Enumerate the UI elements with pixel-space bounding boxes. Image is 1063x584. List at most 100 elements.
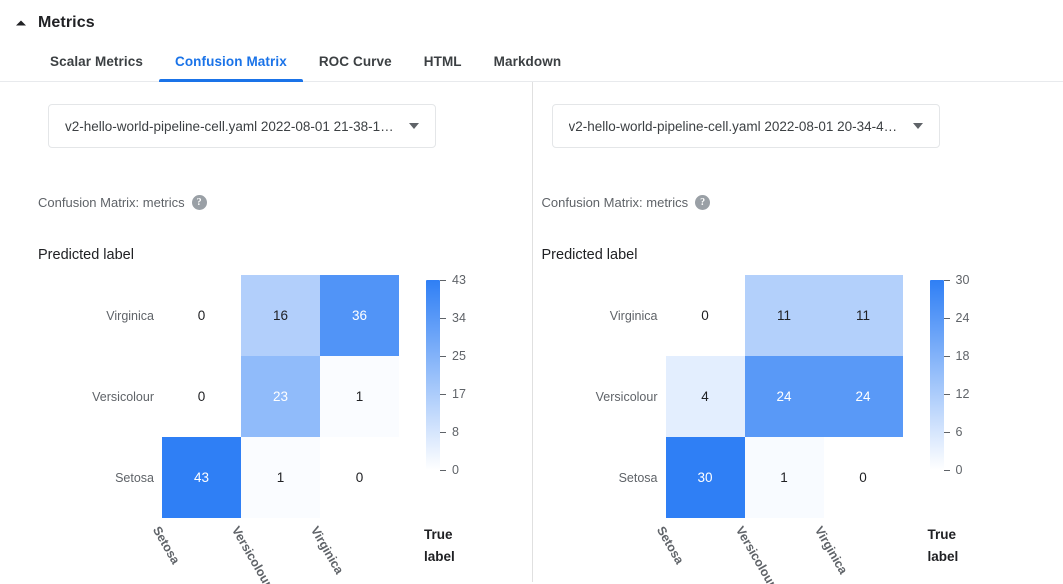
colorbar-tick-label: 24 <box>955 311 970 325</box>
tab-confusion-matrix[interactable]: Confusion Matrix <box>158 54 303 82</box>
matrix-grid-right: 0 11 11 4 24 24 30 1 0 <box>665 275 903 518</box>
matrix-cell[interactable]: 0 <box>162 356 241 437</box>
caret-up-icon[interactable] <box>14 16 28 30</box>
row-label: Virginica <box>106 308 154 323</box>
x-label: Versicolour <box>732 524 779 584</box>
matrix-cell[interactable]: 1 <box>744 437 824 518</box>
colorbar-tick: 0 <box>440 463 459 477</box>
chart-caption-left-text: Confusion Matrix: metrics <box>38 195 185 210</box>
help-circle-icon[interactable]: ? <box>191 195 207 210</box>
colorbar-gradient <box>929 280 944 470</box>
tab-html[interactable]: HTML <box>408 54 478 81</box>
colorbar-tick: 6 <box>943 425 963 439</box>
true-label-word-2: label <box>927 549 959 564</box>
colorbar-tick-label: 8 <box>452 425 459 439</box>
colorbar-tick-dash <box>440 469 446 471</box>
chart-caption-left: Confusion Matrix: metrics ? <box>0 195 532 210</box>
colorbar-tick-dash <box>943 279 950 281</box>
matrix-cell[interactable]: 11 <box>744 275 824 356</box>
confusion-matrix-panel-left: v2-hello-world-pipeline-cell.yaml 2022-0… <box>0 82 532 584</box>
matrix-cell[interactable]: 1 <box>241 437 320 518</box>
true-label-title-left: True label <box>424 524 484 568</box>
row-labels-right: Virginica Versicolour Setosa <box>542 275 666 518</box>
colorbar-tick-dash <box>943 317 950 319</box>
row-label: Setosa <box>115 470 154 485</box>
matrix-cell[interactable]: 23 <box>241 356 320 437</box>
matrix-cell[interactable]: 0 <box>666 275 745 356</box>
tab-scalar-metrics[interactable]: Scalar Metrics <box>34 54 159 81</box>
true-label-word-2: label <box>424 549 455 564</box>
colorbar-left: 43 34 25 17 8 0 <box>426 273 484 518</box>
run-select-left-value: v2-hello-world-pipeline-cell.yaml 2022-0… <box>65 118 394 134</box>
colorbar-tick-dash <box>943 469 950 471</box>
matrix-area-left: Virginica Versicolour Setosa 0 16 36 0 2… <box>0 273 532 518</box>
colorbar-tick: 43 <box>440 273 466 287</box>
run-select-left[interactable]: v2-hello-world-pipeline-cell.yaml 2022-0… <box>48 104 436 148</box>
confusion-matrix-comparison: v2-hello-world-pipeline-cell.yaml 2022-0… <box>0 82 1063 584</box>
colorbar-tick-dash <box>440 431 446 433</box>
true-label-word-1: True <box>927 527 957 542</box>
predicted-label-title-left: Predicted label <box>38 247 134 263</box>
colorbar-tick-label: 43 <box>452 273 466 287</box>
colorbar-tick-label: 34 <box>452 311 466 325</box>
row-label: Setosa <box>618 470 658 485</box>
colorbar-tick: 17 <box>440 387 466 401</box>
x-label: Setosa <box>149 524 183 567</box>
chevron-down-icon <box>912 123 923 129</box>
colorbar-tick: 8 <box>440 425 459 439</box>
colorbar-tick-label: 12 <box>955 387 970 401</box>
matrix-cell[interactable]: 0 <box>320 437 399 518</box>
matrix-cell[interactable]: 43 <box>162 437 241 518</box>
matrix-cell[interactable]: 36 <box>320 275 399 356</box>
colorbar-tick-label: 30 <box>955 273 970 287</box>
x-label: Setosa <box>653 524 686 567</box>
metrics-panel-header: Metrics <box>0 0 1063 38</box>
chart-caption-right-text: Confusion Matrix: metrics <box>541 195 689 210</box>
colorbar-tick-label: 17 <box>452 387 466 401</box>
confusion-matrix-panel-right: v2-hello-world-pipeline-cell.yaml 2022-0… <box>531 82 1063 584</box>
colorbar-tick-label: 18 <box>955 349 970 363</box>
true-label-title-right: True label <box>928 524 988 568</box>
matrix-cell[interactable]: 1 <box>320 356 399 437</box>
tab-markdown[interactable]: Markdown <box>478 54 578 81</box>
true-label-word-1: True <box>424 527 453 542</box>
x-labels-right: Setosa Versicolour Virginica True label <box>533 518 1063 584</box>
colorbar-tick: 34 <box>440 311 466 325</box>
colorbar-ticks: 30 24 18 12 6 0 <box>943 273 988 477</box>
matrix-cell[interactable]: 24 <box>744 356 824 437</box>
chevron-down-icon <box>409 123 419 129</box>
colorbar-tick: 0 <box>943 463 963 477</box>
row-labels-left: Virginica Versicolour Setosa <box>38 275 162 518</box>
matrix-grid-left: 0 16 36 0 23 1 43 1 0 <box>162 275 399 518</box>
row-label: Versicolour <box>92 389 154 404</box>
tab-roc-curve[interactable]: ROC Curve <box>303 54 408 81</box>
matrix-cell[interactable]: 4 <box>665 356 745 437</box>
run-select-right-value: v2-hello-world-pipeline-cell.yaml 2022-0… <box>568 118 898 134</box>
colorbar-tick-dash <box>943 431 950 433</box>
colorbar-tick-dash <box>440 317 446 319</box>
colorbar-tick-dash <box>943 393 950 395</box>
colorbar-tick-dash <box>440 355 446 357</box>
page-title: Metrics <box>38 14 95 31</box>
colorbar-tick-label: 0 <box>955 463 963 477</box>
run-select-right[interactable]: v2-hello-world-pipeline-cell.yaml 2022-0… <box>551 104 940 148</box>
matrix-cell[interactable]: 0 <box>824 437 903 518</box>
matrix-cell[interactable]: 30 <box>665 437 745 518</box>
row-label: Virginica <box>609 308 658 323</box>
colorbar-tick: 24 <box>943 311 970 325</box>
x-labels-left: Setosa Versicolour Virginica True label <box>0 518 532 584</box>
matrix-cell[interactable]: 11 <box>823 275 903 356</box>
x-label: Virginica <box>307 524 347 577</box>
matrix-cell[interactable]: 0 <box>162 275 241 356</box>
colorbar-tick-label: 25 <box>452 349 466 363</box>
metrics-tabbar: Scalar Metrics Confusion Matrix ROC Curv… <box>0 38 1063 82</box>
colorbar-tick-dash <box>440 279 446 281</box>
row-label: Versicolour <box>595 389 658 404</box>
predicted-label-title-right: Predicted label <box>541 247 638 263</box>
colorbar-tick-label: 6 <box>955 425 963 439</box>
help-circle-icon[interactable]: ? <box>695 195 711 210</box>
colorbar-ticks: 43 34 25 17 8 0 <box>440 273 484 477</box>
matrix-cell[interactable]: 24 <box>823 356 903 437</box>
matrix-area-right: Virginica Versicolour Setosa 0 11 11 4 2… <box>533 273 1063 518</box>
matrix-cell[interactable]: 16 <box>241 275 320 356</box>
